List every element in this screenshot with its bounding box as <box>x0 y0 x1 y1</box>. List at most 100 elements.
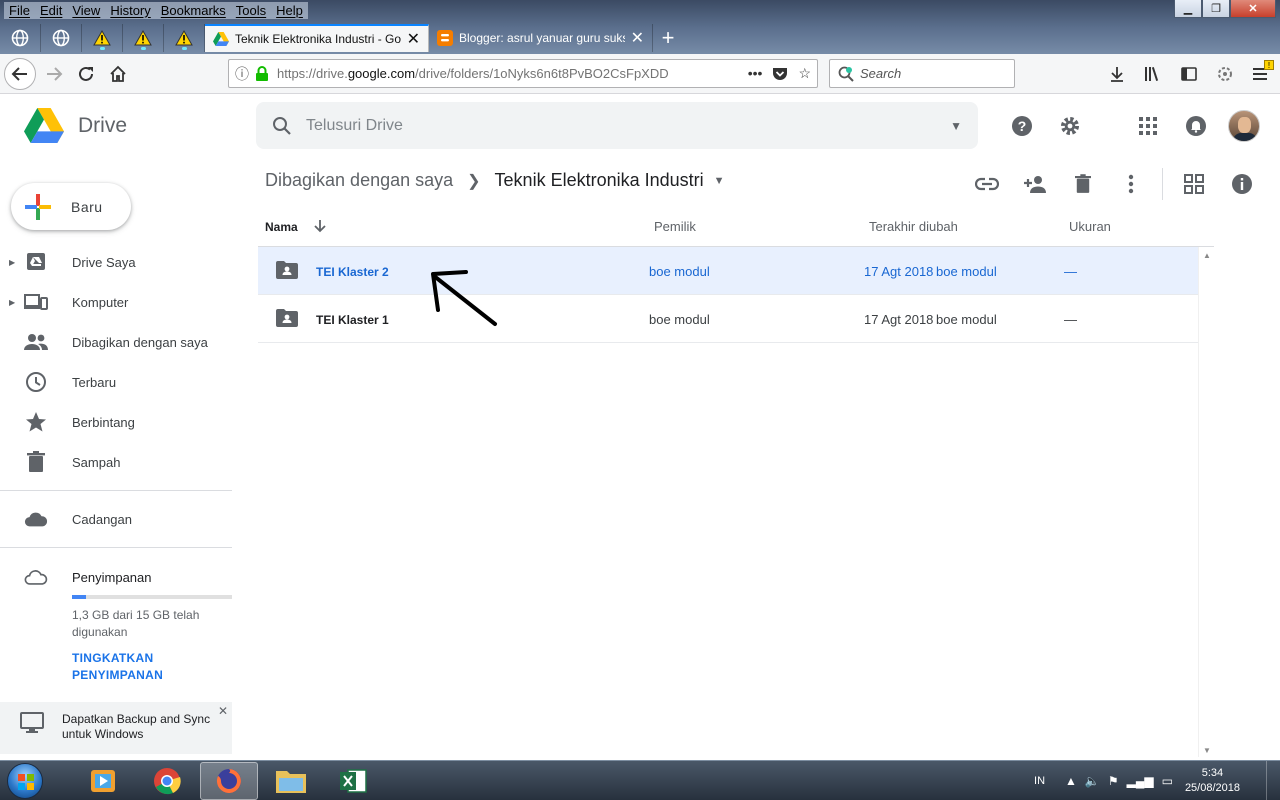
new-button[interactable]: Baru <box>11 183 131 230</box>
close-window-button[interactable]: ✕ <box>1230 0 1276 18</box>
search-icon[interactable] <box>272 116 292 136</box>
library-button[interactable] <box>1140 60 1166 88</box>
taskbar-media-player[interactable] <box>74 762 132 800</box>
new-tab-button[interactable]: + <box>653 24 683 52</box>
forward-button[interactable] <box>38 58 70 90</box>
battery-icon[interactable]: ▭ <box>1162 774 1173 788</box>
menu-help[interactable]: Help <box>271 1 308 19</box>
back-button[interactable] <box>4 57 36 90</box>
home-button[interactable] <box>102 58 134 90</box>
header-icons: ? <box>1004 108 1088 144</box>
table-row[interactable]: TEI Klaster 1 boe modul 17 Agt 2018 boe … <box>258 295 1198 343</box>
menu-bookmarks[interactable]: Bookmarks <box>155 1 231 19</box>
extension-button[interactable] <box>1212 60 1238 88</box>
more-actions-button[interactable] <box>1114 166 1147 202</box>
sidebar-item-computers[interactable]: ▶ Komputer <box>0 282 232 322</box>
sidebar-item-recent[interactable]: Terbaru <box>0 362 232 402</box>
taskbar-clock[interactable]: 5:34 25/08/2018 <box>1185 766 1240 796</box>
flag-icon[interactable]: ⚑ <box>1108 774 1119 788</box>
pinned-tab-4[interactable] <box>123 24 164 52</box>
delete-button[interactable] <box>1066 166 1099 202</box>
tab-drive[interactable]: Teknik Elektronika Industri - Google Dri… <box>205 24 429 52</box>
warning-icon <box>93 30 111 46</box>
notifications-button[interactable] <box>1178 108 1214 144</box>
table-row[interactable]: TEI Klaster 2 boe modul 17 Agt 2018 boe … <box>258 247 1198 295</box>
page-actions-icon[interactable]: ••• <box>748 65 763 82</box>
minimize-button[interactable]: ▁ <box>1174 0 1202 18</box>
sidebar-item-shared[interactable]: Dibagikan dengan saya <box>0 322 232 362</box>
menu-button[interactable]: ! <box>1248 60 1274 88</box>
bookmark-star-icon[interactable]: ☆ <box>798 65 811 82</box>
close-icon[interactable]: ✕ <box>218 704 228 718</box>
restore-button[interactable]: ❐ <box>1202 0 1230 18</box>
expand-arrow-icon[interactable]: ▶ <box>9 258 15 267</box>
start-button[interactable] <box>4 762 46 800</box>
menu-file[interactable]: File <box>4 1 35 19</box>
file-name[interactable]: TEI Klaster 2 <box>316 265 389 279</box>
sidebar-toggle-button[interactable] <box>1176 60 1202 88</box>
taskbar-explorer[interactable] <box>262 762 320 800</box>
taskbar-excel[interactable] <box>324 762 382 800</box>
file-size: — <box>1064 264 1077 279</box>
share-button[interactable] <box>1018 166 1051 202</box>
pinned-tab-5[interactable] <box>164 24 205 52</box>
avatar[interactable] <box>1228 110 1260 142</box>
column-modified[interactable]: Terakhir diubah <box>869 219 958 234</box>
search-options-icon[interactable]: ▼ <box>950 119 962 133</box>
sidebar-item-storage[interactable]: Penyimpanan <box>0 557 232 597</box>
file-name[interactable]: TEI Klaster 1 <box>316 313 389 327</box>
column-owner[interactable]: Pemilik <box>654 219 696 234</box>
url-bar[interactable]: ⓘ https://drive.google.com/drive/folders… <box>228 59 818 88</box>
menu-history[interactable]: History <box>105 1 156 19</box>
breadcrumb-current[interactable]: Teknik Elektronika Industri <box>495 170 704 191</box>
sidebar-item-backups[interactable]: Cadangan <box>0 499 132 539</box>
sidebar-item-starred[interactable]: Berbintang <box>0 402 232 442</box>
details-button[interactable] <box>1225 166 1258 202</box>
pinned-tab-2[interactable] <box>41 24 82 52</box>
sidebar-item-my-drive[interactable]: ▶ Drive Saya <box>0 242 232 282</box>
grid-view-button[interactable] <box>1177 166 1210 202</box>
reload-button[interactable] <box>70 58 102 90</box>
info-icon[interactable]: ⓘ <box>235 64 249 84</box>
menu-view[interactable]: View <box>67 1 106 19</box>
tab-blogger[interactable]: Blogger: asrul yanuar guru sukses ✕ <box>429 24 653 52</box>
signal-icon[interactable]: ▂▄▆ <box>1127 774 1154 788</box>
close-tab-icon[interactable]: ✕ <box>631 28 644 48</box>
menu-tools[interactable]: Tools <box>230 1 272 19</box>
help-button[interactable]: ? <box>1004 108 1040 144</box>
pocket-icon[interactable] <box>772 65 788 81</box>
taskbar-firefox[interactable] <box>200 762 258 800</box>
scroll-up-icon[interactable]: ▲ <box>1203 251 1211 260</box>
speaker-icon[interactable]: 🔈 <box>1085 774 1100 788</box>
scrollbar[interactable]: ▲ ▼ <box>1198 247 1214 757</box>
column-name[interactable]: Nama <box>265 219 327 234</box>
chevron-up-icon[interactable]: ▲ <box>1065 774 1077 788</box>
get-link-button[interactable] <box>970 166 1003 202</box>
show-desktop-button[interactable] <box>1266 761 1280 800</box>
column-size[interactable]: Ukuran <box>1069 219 1111 234</box>
backup-sync-promo[interactable]: Dapatkan Backup and Sync untuk Windows ✕ <box>0 702 232 754</box>
taskbar-chrome[interactable] <box>138 762 196 800</box>
pinned-tab-1[interactable] <box>0 24 41 52</box>
pinned-tab-3[interactable] <box>82 24 123 52</box>
drive-logo[interactable]: Drive <box>24 108 127 143</box>
chevron-down-icon[interactable]: ▼ <box>714 175 725 187</box>
globe-icon <box>52 29 70 47</box>
downloads-button[interactable] <box>1104 60 1130 88</box>
tab-title: Blogger: asrul yanuar guru sukses <box>459 31 625 45</box>
close-tab-icon[interactable]: ✕ <box>407 29 420 49</box>
arrow-down-icon[interactable] <box>313 219 327 233</box>
language-indicator[interactable]: IN <box>1034 775 1045 787</box>
sidebar-item-trash[interactable]: Sampah <box>0 442 232 482</box>
scroll-down-icon[interactable]: ▼ <box>1203 746 1211 755</box>
settings-button[interactable] <box>1052 108 1088 144</box>
breadcrumb-parent[interactable]: Dibagikan dengan saya <box>265 170 453 191</box>
upgrade-storage-link[interactable]: TINGKATKAN PENYIMPANAN <box>72 650 222 684</box>
expand-arrow-icon[interactable]: ▶ <box>9 298 15 307</box>
url-text[interactable]: https://drive.google.com/drive/folders/1… <box>277 66 748 81</box>
blogger-icon <box>437 30 453 46</box>
browser-search-bar[interactable]: Search <box>829 59 1015 88</box>
drive-search-input[interactable] <box>306 116 951 135</box>
menu-edit[interactable]: Edit <box>34 1 68 19</box>
apps-button[interactable] <box>1130 108 1166 144</box>
